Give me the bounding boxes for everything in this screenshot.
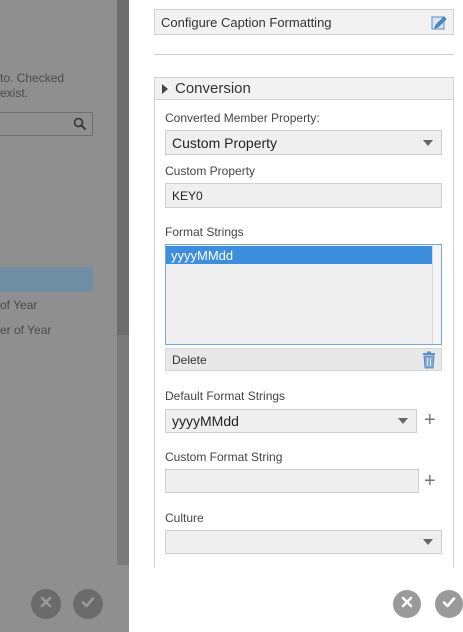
converted-member-property-select[interactable]: Custom Property	[165, 130, 442, 155]
section-title: Conversion	[175, 80, 251, 97]
custom-property-label: Custom Property	[165, 164, 256, 178]
search-input[interactable]	[0, 112, 93, 136]
scrollbar-thumb[interactable]	[117, 0, 129, 335]
search-icon[interactable]	[73, 117, 87, 136]
default-format-strings-label: Default Format Strings	[165, 389, 286, 403]
left-ok-button[interactable]	[73, 589, 103, 619]
chevron-down-icon	[423, 139, 433, 146]
left-cancel-button[interactable]	[31, 589, 61, 619]
close-icon	[38, 594, 54, 615]
trash-icon[interactable]	[421, 351, 437, 372]
expand-arrow-icon	[162, 84, 168, 94]
delete-label: Delete	[172, 353, 207, 367]
check-icon	[80, 594, 96, 615]
configure-caption-label: Configure Caption Formatting	[161, 15, 332, 30]
list-scrollbar[interactable]	[432, 245, 441, 344]
chevron-down-icon	[398, 418, 408, 424]
list-item[interactable]: of Year	[0, 298, 37, 312]
default-format-strings-select[interactable]: yyyyMMdd	[165, 409, 417, 433]
list-item[interactable]: er of Year	[0, 323, 51, 337]
edit-icon	[431, 14, 447, 33]
custom-format-string-input[interactable]	[165, 469, 419, 493]
configure-caption-formatting-button[interactable]: Configure Caption Formatting	[154, 9, 454, 35]
default-format-strings-value: yyyyMMdd	[172, 413, 239, 429]
cancel-button[interactable]	[393, 590, 421, 618]
custom-format-string-label: Custom Format String	[165, 450, 283, 464]
add-default-format-icon[interactable]: +	[424, 410, 436, 430]
converted-member-property-label: Converted Member Property:	[165, 111, 320, 125]
chevron-down-icon	[423, 539, 433, 545]
delete-button[interactable]: Delete	[165, 348, 442, 371]
check-icon	[441, 594, 457, 615]
description-line-1: to. Checked	[0, 71, 65, 85]
custom-property-field[interactable]: KEY0	[165, 183, 442, 208]
culture-label: Culture	[165, 511, 204, 525]
list-item[interactable]: yyyyMMdd	[166, 246, 432, 264]
close-icon	[399, 594, 415, 615]
culture-select[interactable]	[165, 530, 442, 554]
conversion-header[interactable]: Conversion	[155, 78, 453, 100]
list-item-selected[interactable]	[0, 267, 93, 292]
custom-property-value: KEY0	[172, 188, 203, 203]
background-panel: to. Checked exist. of Year er of Year	[0, 0, 129, 632]
description-line-2: exist.	[0, 86, 29, 100]
ok-button[interactable]	[435, 590, 463, 618]
divider	[154, 54, 454, 55]
format-strings-label: Format Strings	[165, 225, 244, 239]
add-custom-format-icon[interactable]: +	[424, 471, 436, 491]
converted-member-property-value: Custom Property	[172, 134, 278, 151]
